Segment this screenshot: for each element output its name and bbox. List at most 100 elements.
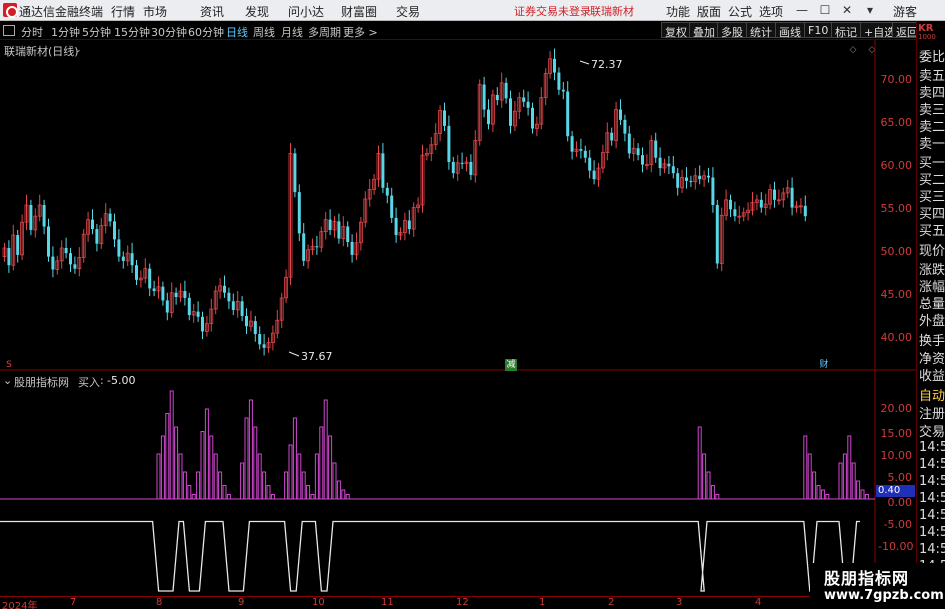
indicator-bar xyxy=(825,494,830,500)
ind-tick-20: 20.00 xyxy=(880,402,913,415)
candle-body xyxy=(759,199,763,208)
menu-faxian[interactable]: 发现 xyxy=(245,3,269,20)
candle-body xyxy=(469,162,473,175)
period-multi[interactable]: 多周期 xyxy=(308,24,341,40)
period-month[interactable]: 月线 xyxy=(281,24,303,40)
candle-body xyxy=(253,321,257,334)
minimize-icon[interactable]: — xyxy=(794,2,810,18)
indicator-bar xyxy=(270,494,275,500)
date-3: 3 xyxy=(676,597,683,608)
candle-body xyxy=(231,301,235,310)
tool-duogu[interactable]: 多股 xyxy=(717,22,747,39)
period-30min[interactable]: 30分钟 xyxy=(151,24,187,40)
tool-fuquan[interactable]: 复权 xyxy=(661,22,691,39)
marker-s[interactable]: S xyxy=(3,359,15,371)
date-4: 4 xyxy=(755,597,762,608)
candle-body xyxy=(641,155,644,165)
current-stock-label[interactable]: 联瑞新材 xyxy=(590,3,634,19)
period-1min[interactable]: 1分钟 xyxy=(51,24,80,40)
indicator-bar xyxy=(341,489,346,500)
side-time-7: 14:56 xyxy=(919,542,945,557)
calendar-icon[interactable] xyxy=(3,25,15,36)
candle-body xyxy=(790,187,794,208)
indicator-bar xyxy=(851,462,856,500)
low-price-label: 37.67 xyxy=(301,350,333,363)
period-day[interactable]: 日线 xyxy=(226,24,248,40)
menu-xuanxiang[interactable]: 选项 xyxy=(759,3,783,20)
candle-body xyxy=(482,84,486,110)
candle-body xyxy=(42,205,46,227)
candle-body xyxy=(579,149,583,151)
side-register[interactable]: 注册 xyxy=(919,403,945,422)
app-title: 通达信金融终端 xyxy=(19,5,104,19)
indicator-bar xyxy=(842,453,847,500)
candle-body xyxy=(297,192,301,234)
marker-cai[interactable]: 财 xyxy=(818,359,830,371)
tool-f10[interactable]: F10 xyxy=(804,22,833,38)
side-time-1: 14:56 xyxy=(919,440,945,455)
date-7: 7 xyxy=(70,597,77,608)
candle-body xyxy=(346,226,350,242)
menu-gongneng[interactable]: 功能 xyxy=(666,3,690,20)
candle-body xyxy=(165,300,169,313)
menu-wenxiaoda[interactable]: 问小达 xyxy=(288,3,324,20)
candle-body xyxy=(174,292,178,298)
indicator-bar xyxy=(284,471,289,500)
candle-body xyxy=(658,157,662,169)
menu-gongshi[interactable]: 公式 xyxy=(728,3,752,20)
indicator-bar xyxy=(702,453,707,500)
candle-body xyxy=(689,180,693,182)
tool-biaoji[interactable]: 标记 xyxy=(831,22,861,39)
ind-tick-10: 10.00 xyxy=(880,449,913,462)
settings-icon[interactable]: ▾ xyxy=(862,2,878,18)
candle-body xyxy=(623,119,627,134)
price-tick-45: 45.00 xyxy=(880,288,913,301)
tool-tongji[interactable]: 统计 xyxy=(746,22,776,39)
side-time-3: 14:56 xyxy=(919,474,945,489)
side-trade[interactable]: 交易 xyxy=(919,421,945,440)
candle-body xyxy=(553,58,556,73)
marker-jian[interactable]: 减 xyxy=(505,359,517,371)
menu-caifuquan[interactable]: 财富圈 xyxy=(341,3,377,20)
tool-huaxian[interactable]: 画线 xyxy=(775,22,805,39)
menu-hangqing[interactable]: 行情 xyxy=(111,3,135,20)
period-60min[interactable]: 60分钟 xyxy=(188,24,224,40)
period-5min[interactable]: 5分钟 xyxy=(82,24,111,40)
date-2024: 2024年 xyxy=(2,601,38,609)
price-chart[interactable] xyxy=(0,40,916,596)
candle-body xyxy=(117,239,121,257)
candle-body xyxy=(803,205,807,217)
tool-diejia[interactable]: 叠加 xyxy=(689,22,719,39)
side-waipan: 外盘 xyxy=(919,314,945,329)
menu-jiaoyi[interactable]: 交易 xyxy=(396,3,420,20)
candle-body xyxy=(711,177,715,205)
ind-tick-m10: -10.00 xyxy=(878,540,914,553)
maximize-icon[interactable]: ☐ xyxy=(817,2,833,18)
period-fenshi[interactable]: 分时 xyxy=(21,24,43,40)
period-15min[interactable]: 15分钟 xyxy=(114,24,150,40)
candle-body xyxy=(685,177,688,181)
date-11: 11 xyxy=(381,597,394,608)
candle-body xyxy=(557,72,561,90)
period-more[interactable]: 更多 > xyxy=(343,24,378,40)
menu-shichang[interactable]: 市场 xyxy=(143,3,167,20)
trade-login-alert[interactable]: 证券交易未登录 xyxy=(514,3,591,19)
stock-code-sub: 1000 xyxy=(918,33,936,41)
price-tick-50: 50.00 xyxy=(880,245,913,258)
side-auto[interactable]: 自动 xyxy=(919,385,945,404)
menu-banmian[interactable]: 版面 xyxy=(697,3,721,20)
stock-code-box[interactable]: KR 1000 xyxy=(918,23,945,43)
candle-body xyxy=(293,153,297,193)
indicator-bar xyxy=(165,413,170,500)
price-tick-40: 40.00 xyxy=(880,331,913,344)
candle-body xyxy=(201,316,204,332)
close-icon[interactable]: ✕ xyxy=(839,2,855,18)
guest-login[interactable]: 游客 xyxy=(893,3,917,20)
menu-zixun[interactable]: 资讯 xyxy=(200,3,224,20)
price-tick-55: 55.00 xyxy=(880,202,913,215)
candle-body xyxy=(636,148,640,156)
candle-body xyxy=(610,132,614,141)
period-week[interactable]: 周线 xyxy=(253,24,275,40)
candle-body xyxy=(108,213,112,222)
indicator-bar xyxy=(715,494,720,500)
